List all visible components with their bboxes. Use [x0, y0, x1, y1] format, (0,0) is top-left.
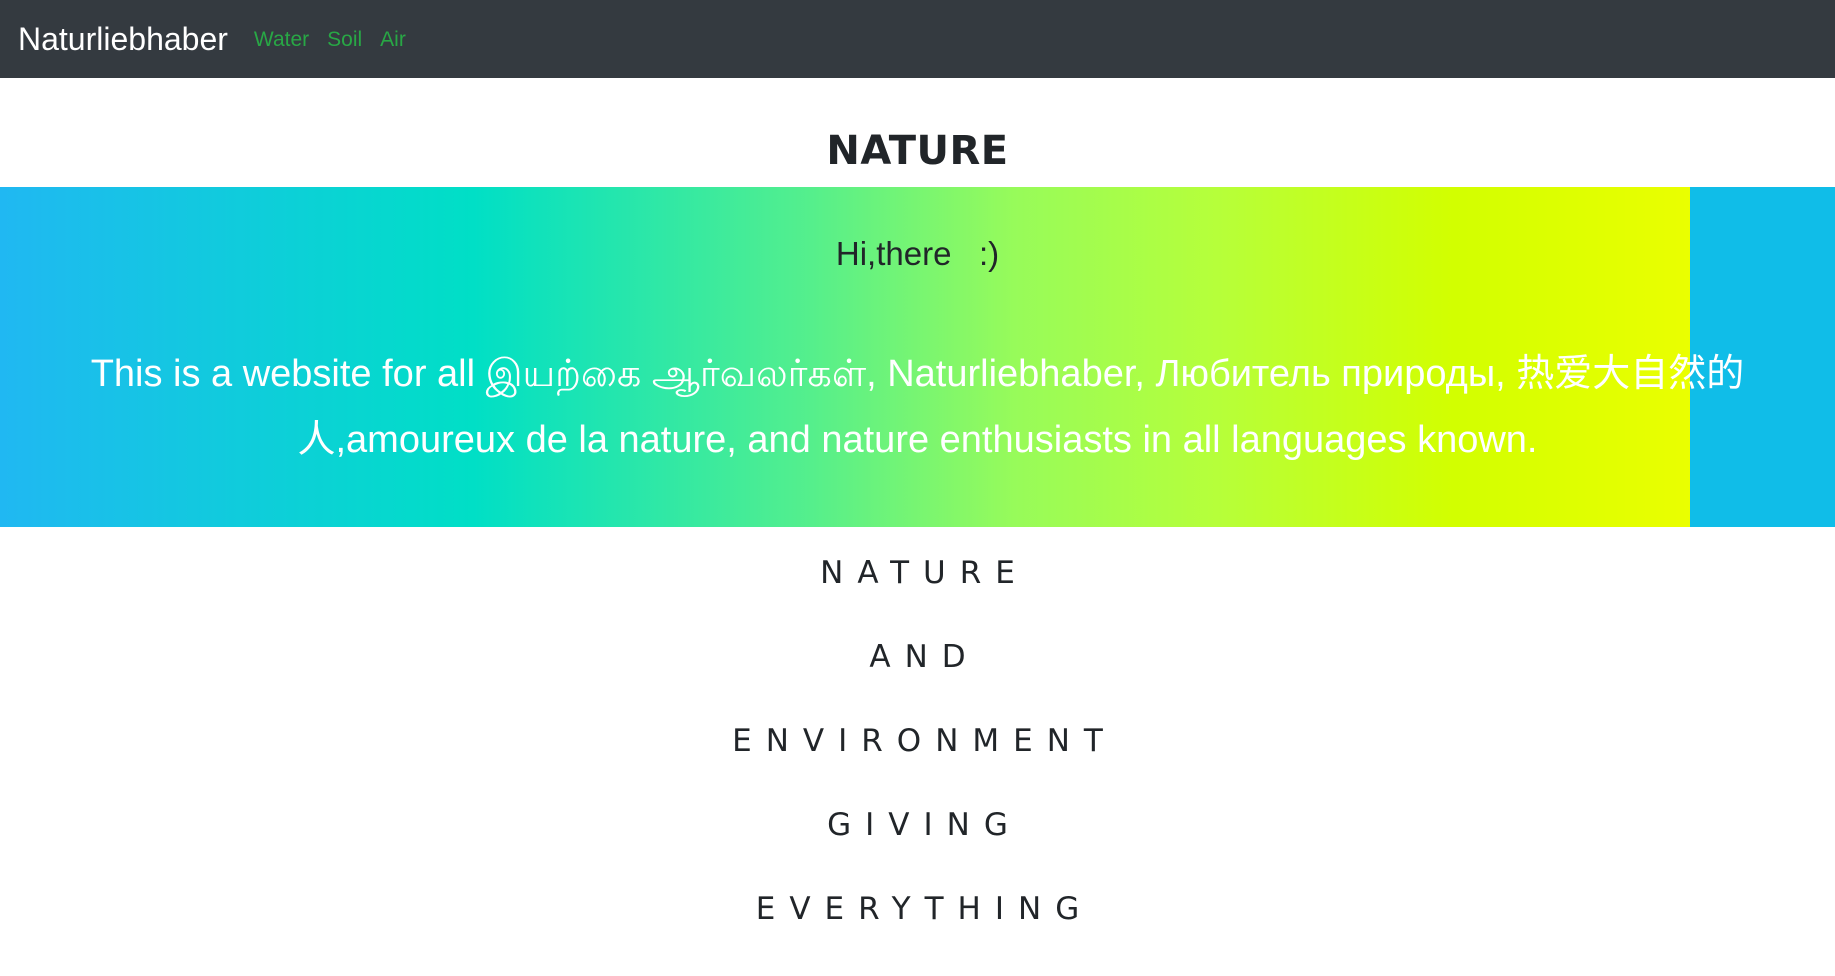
hero-text: This is a website for all இயற்கை ஆர்வலர்… [90, 353, 1745, 461]
navbar: Naturliebhaber Water Soil Air [0, 0, 1835, 78]
word-list: NATURE AND ENVIRONMENT GIVING EVERYTHING [0, 556, 1835, 976]
nav-link-air[interactable]: Air [380, 29, 406, 50]
word-giving: GIVING [827, 807, 1022, 843]
word-and: AND [869, 639, 980, 675]
nav-links: Water Soil Air [254, 29, 424, 50]
nav-link-water[interactable]: Water [254, 29, 309, 50]
nav-link-soil[interactable]: Soil [327, 29, 362, 50]
word-everything: EVERYTHING [755, 891, 1094, 927]
hero-banner: Hi,there :) This is a website for all இய… [0, 187, 1835, 527]
hero-greeting: Hi,there :) [835, 235, 1000, 272]
word-nature: NATURE [820, 555, 1029, 591]
page-title: NATURE [826, 128, 1009, 174]
word-environment: ENVIRONMENT [732, 723, 1117, 759]
brand-link[interactable]: Naturliebhaber [18, 23, 228, 55]
